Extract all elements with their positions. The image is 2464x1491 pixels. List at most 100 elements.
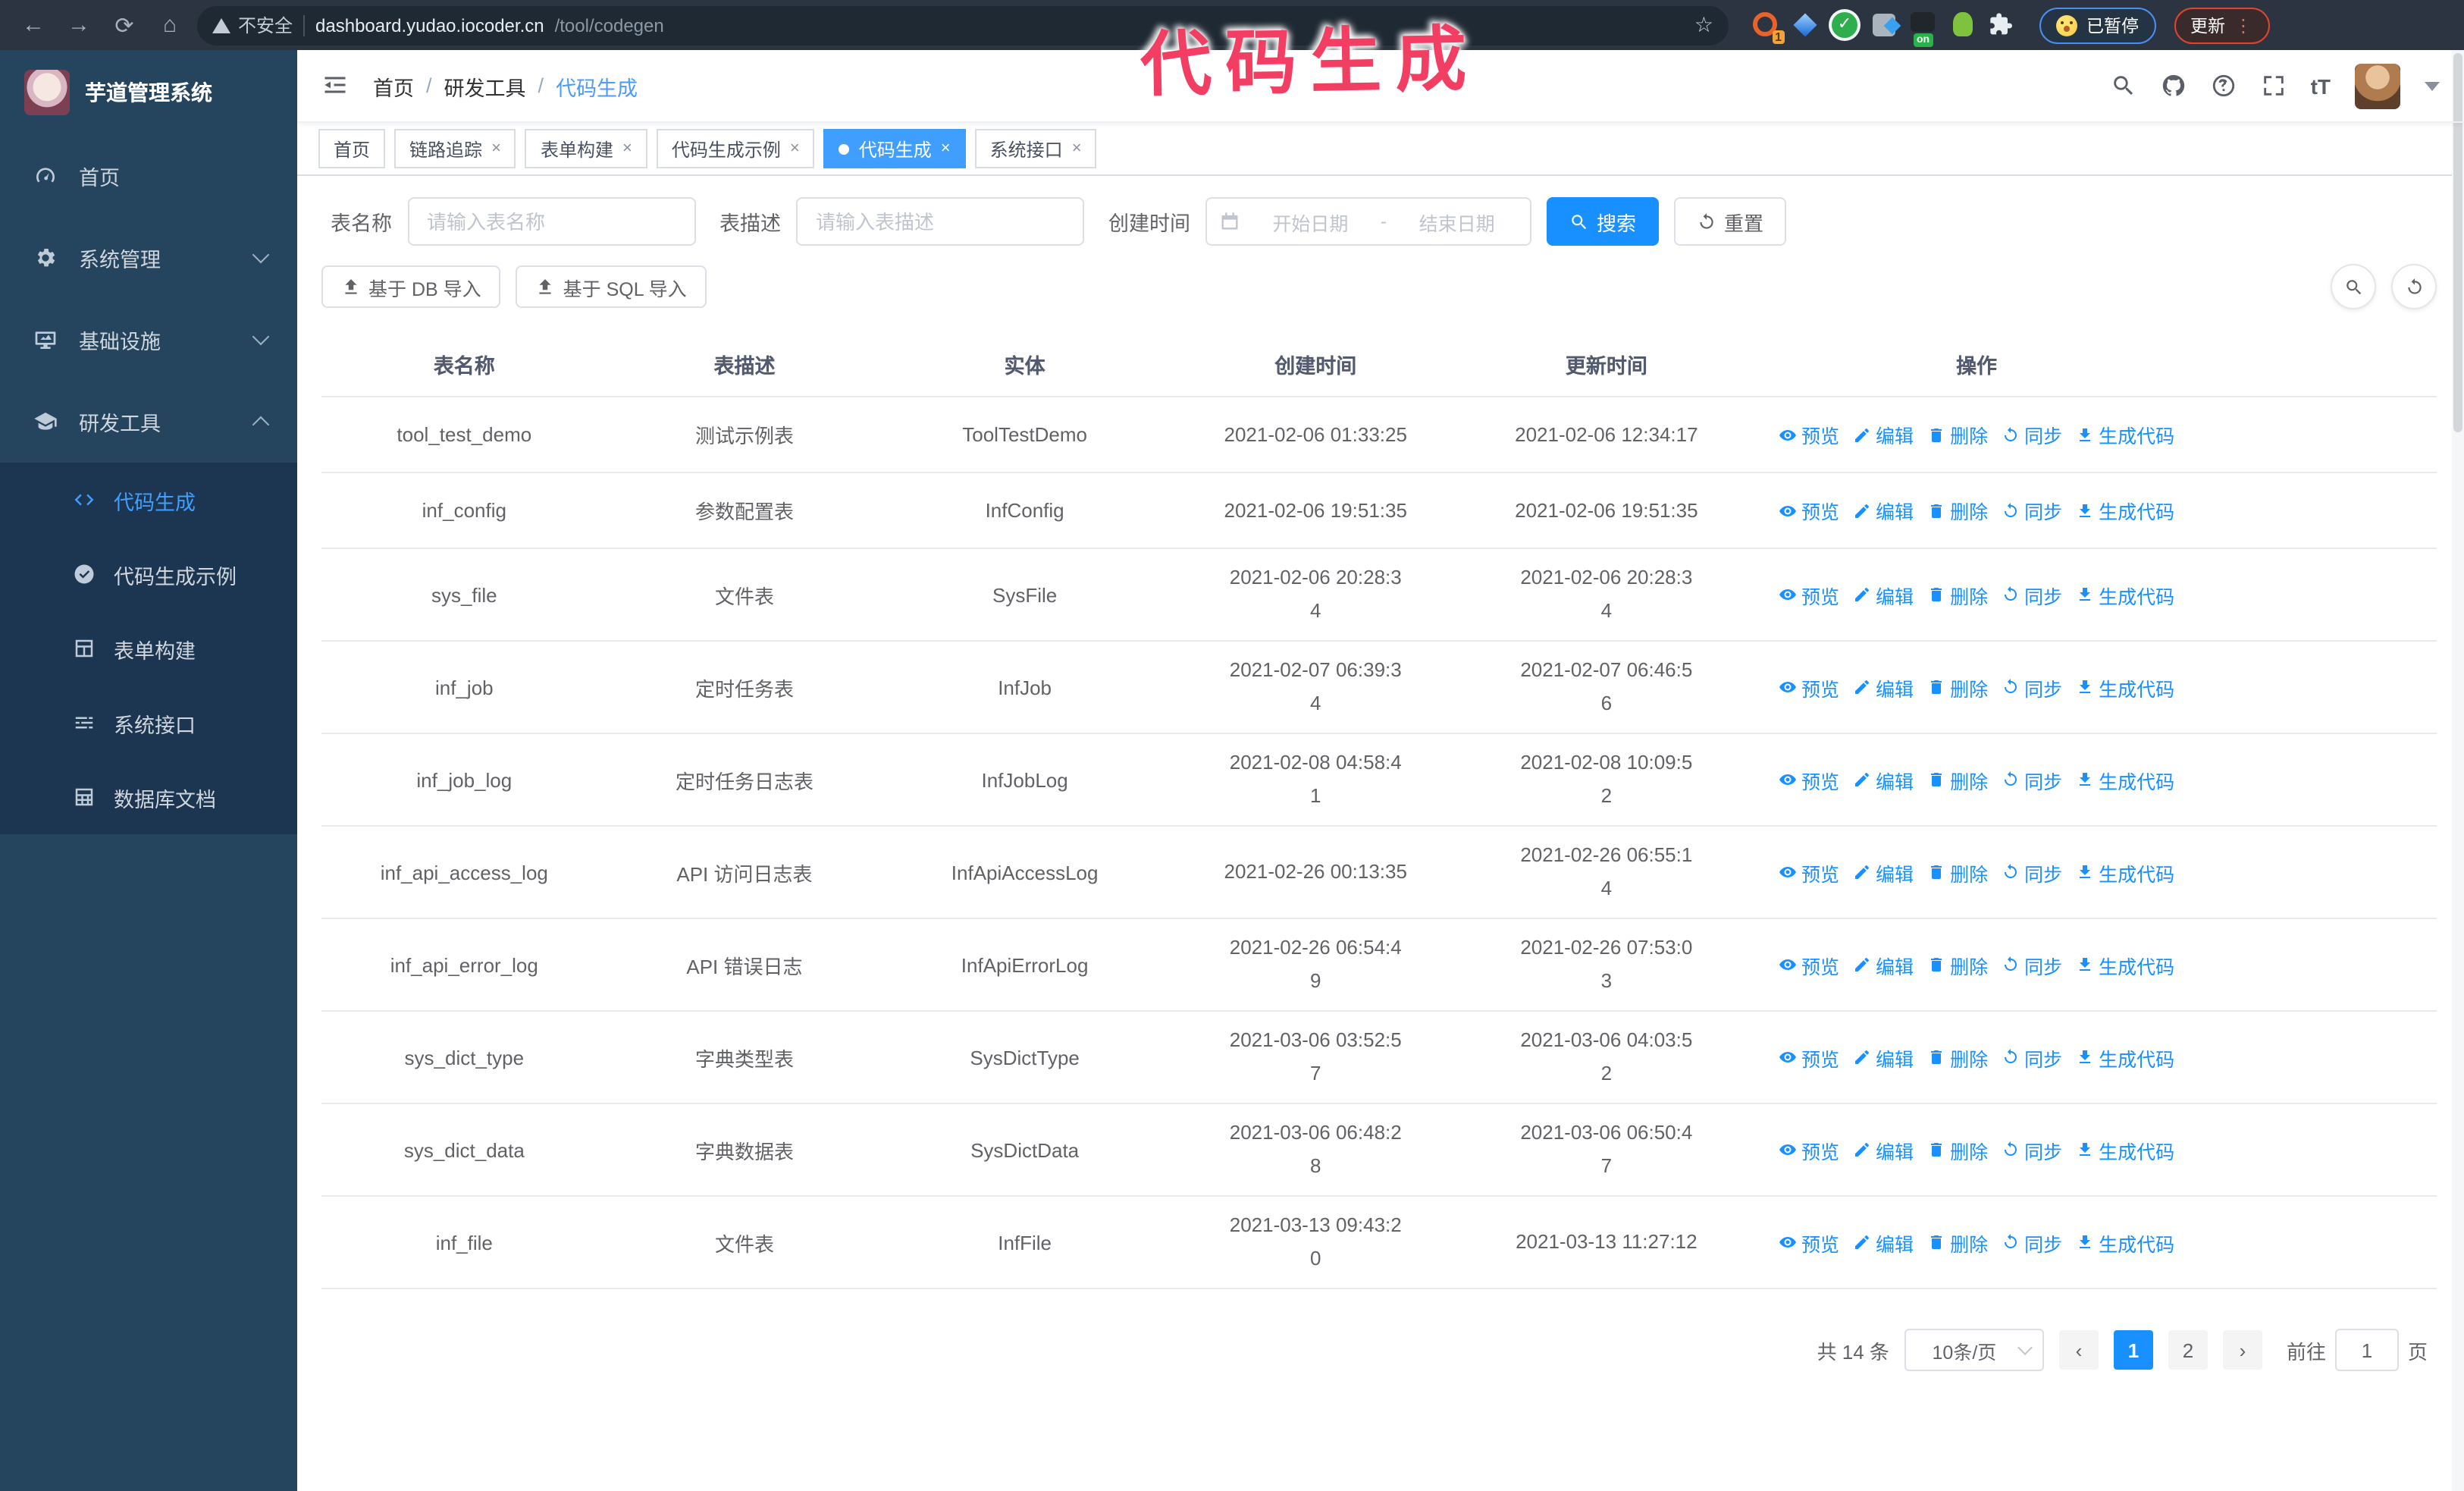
sync-link[interactable]: 同步 [2002,673,2062,702]
edit-link[interactable]: 编辑 [1853,950,1914,979]
date-range-picker[interactable]: 开始日期 - 结束日期 [1205,197,1531,246]
browser-forward-button[interactable]: → [61,7,97,43]
preview-link[interactable]: 预览 [1779,950,1839,979]
breadcrumb-home[interactable]: 首页 [373,71,414,101]
edit-link[interactable]: 编辑 [1853,673,1914,702]
generate-code-link[interactable]: 生成代码 [2076,858,2174,887]
help-icon[interactable] [2211,73,2237,99]
extension-diamond-icon[interactable] [1792,12,1818,38]
generate-code-link[interactable]: 生成代码 [2076,1135,2174,1164]
close-icon[interactable]: × [491,140,501,158]
sync-link[interactable]: 同步 [2002,420,2062,449]
sidebar-item-infra[interactable]: 基础设施 [0,299,297,381]
delete-link[interactable]: 删除 [1927,1228,1988,1257]
sync-link[interactable]: 同步 [2002,1135,2062,1164]
edit-link[interactable]: 编辑 [1853,1043,1914,1072]
sidebar-item-home[interactable]: 首页 [0,135,297,217]
bookmark-star-icon[interactable]: ☆ [1694,12,1713,38]
browser-menu-dots-icon[interactable]: ⋮ [2234,16,2252,34]
sync-link[interactable]: 同步 [2002,496,2062,525]
fullscreen-icon[interactable] [2261,73,2287,99]
delete-link[interactable]: 删除 [1927,1135,1988,1164]
tab-home[interactable]: 首页 [318,129,386,168]
extensions-puzzle-icon[interactable] [1989,12,2015,38]
github-icon[interactable] [2161,73,2187,99]
close-icon[interactable]: × [790,140,800,158]
delete-link[interactable]: 删除 [1927,765,1988,794]
goto-page-input[interactable] [2334,1329,2399,1371]
close-icon[interactable]: × [1072,140,1082,158]
import-sql-button[interactable]: 基于 SQL 导入 [516,265,707,308]
preview-link[interactable]: 预览 [1779,765,1839,794]
search-icon[interactable] [2111,73,2136,99]
tab-codegen-example[interactable]: 代码生成示例 × [656,129,815,168]
delete-link[interactable]: 删除 [1927,496,1988,525]
edit-link[interactable]: 编辑 [1853,496,1914,525]
generate-code-link[interactable]: 生成代码 [2076,950,2174,979]
page-size-select[interactable]: 10条/页 [1904,1329,2044,1371]
edit-link[interactable]: 编辑 [1853,420,1914,449]
reset-button[interactable]: 重置 [1674,197,1787,246]
extension-check-icon[interactable]: ✓ [1832,12,1857,38]
preview-link[interactable]: 预览 [1779,1228,1839,1257]
delete-link[interactable]: 删除 [1927,950,1988,979]
collapse-menu-icon[interactable] [321,71,352,101]
prev-page-button[interactable]: ‹ [2058,1330,2099,1370]
generate-code-link[interactable]: 生成代码 [2076,496,2174,525]
import-db-button[interactable]: 基于 DB 导入 [321,265,501,308]
tab-form-builder[interactable]: 表单构建 × [525,129,647,168]
edit-link[interactable]: 编辑 [1853,1135,1914,1164]
table-desc-input[interactable] [796,197,1084,246]
tab-codegen[interactable]: 代码生成 × [823,129,966,168]
font-size-icon[interactable]: tT [2311,74,2331,98]
page-button-2[interactable]: 2 [2168,1330,2208,1370]
delete-link[interactable]: 删除 [1927,580,1988,609]
edit-link[interactable]: 编辑 [1853,765,1914,794]
preview-link[interactable]: 预览 [1779,580,1839,609]
avatar[interactable] [2355,63,2400,108]
sync-link[interactable]: 同步 [2002,580,2062,609]
tab-system-api[interactable]: 系统接口 × [974,129,1097,168]
extension-orange-icon[interactable]: 1 [1753,12,1785,44]
avatar-caret-icon[interactable] [2425,81,2440,90]
delete-link[interactable]: 删除 [1927,858,1988,887]
browser-back-button[interactable]: ← [15,7,52,43]
browser-home-button[interactable]: ⌂ [152,7,188,43]
preview-link[interactable]: 预览 [1779,858,1839,887]
sidebar-item-codegen[interactable]: 代码生成 [0,463,297,537]
extension-grid-icon[interactable] [1871,12,1897,38]
address-bar[interactable]: 不安全 dashboard.yudao.iocoder.cn/tool/code… [197,5,1729,45]
preview-link[interactable]: 预览 [1779,1043,1839,1072]
generate-code-link[interactable]: 生成代码 [2076,1228,2174,1257]
sync-link[interactable]: 同步 [2002,1043,2062,1072]
extension-dark-icon[interactable]: on [1911,12,1936,47]
search-button[interactable]: 搜索 [1547,197,1660,246]
sidebar-item-form-builder[interactable]: 表单构建 [0,611,297,686]
delete-link[interactable]: 删除 [1927,420,1988,449]
chrome-update-button[interactable]: 更新 ⋮ [2174,7,2269,43]
sidebar-item-devtools[interactable]: 研发工具 [0,381,297,463]
edit-link[interactable]: 编辑 [1853,1228,1914,1257]
generate-code-link[interactable]: 生成代码 [2076,1043,2174,1072]
sync-link[interactable]: 同步 [2002,1228,2062,1257]
profile-paused-pill[interactable]: 已暂停 [2039,7,2155,43]
next-page-button[interactable]: › [2222,1330,2262,1370]
browser-reload-button[interactable]: ⟳ [106,7,143,43]
sidebar-item-codegen-example[interactable]: 代码生成示例 [0,537,297,611]
delete-link[interactable]: 删除 [1927,1043,1988,1072]
sidebar-item-system[interactable]: 系统管理 [0,217,297,299]
table-name-input[interactable] [407,197,695,246]
tab-tracing[interactable]: 链路追踪 × [394,129,516,168]
generate-code-link[interactable]: 生成代码 [2076,673,2174,702]
generate-code-link[interactable]: 生成代码 [2076,580,2174,609]
breadcrumb-devtools[interactable]: 研发工具 [444,71,526,101]
preview-link[interactable]: 预览 [1779,496,1839,525]
preview-link[interactable]: 预览 [1779,673,1839,702]
sidebar-item-db-doc[interactable]: 数据库文档 [0,760,297,834]
preview-link[interactable]: 预览 [1779,1135,1839,1164]
generate-code-link[interactable]: 生成代码 [2076,765,2174,794]
sync-link[interactable]: 同步 [2002,950,2062,979]
delete-link[interactable]: 删除 [1927,673,1988,702]
sync-link[interactable]: 同步 [2002,765,2062,794]
sidebar-item-system-api[interactable]: 系统接口 [0,686,297,760]
